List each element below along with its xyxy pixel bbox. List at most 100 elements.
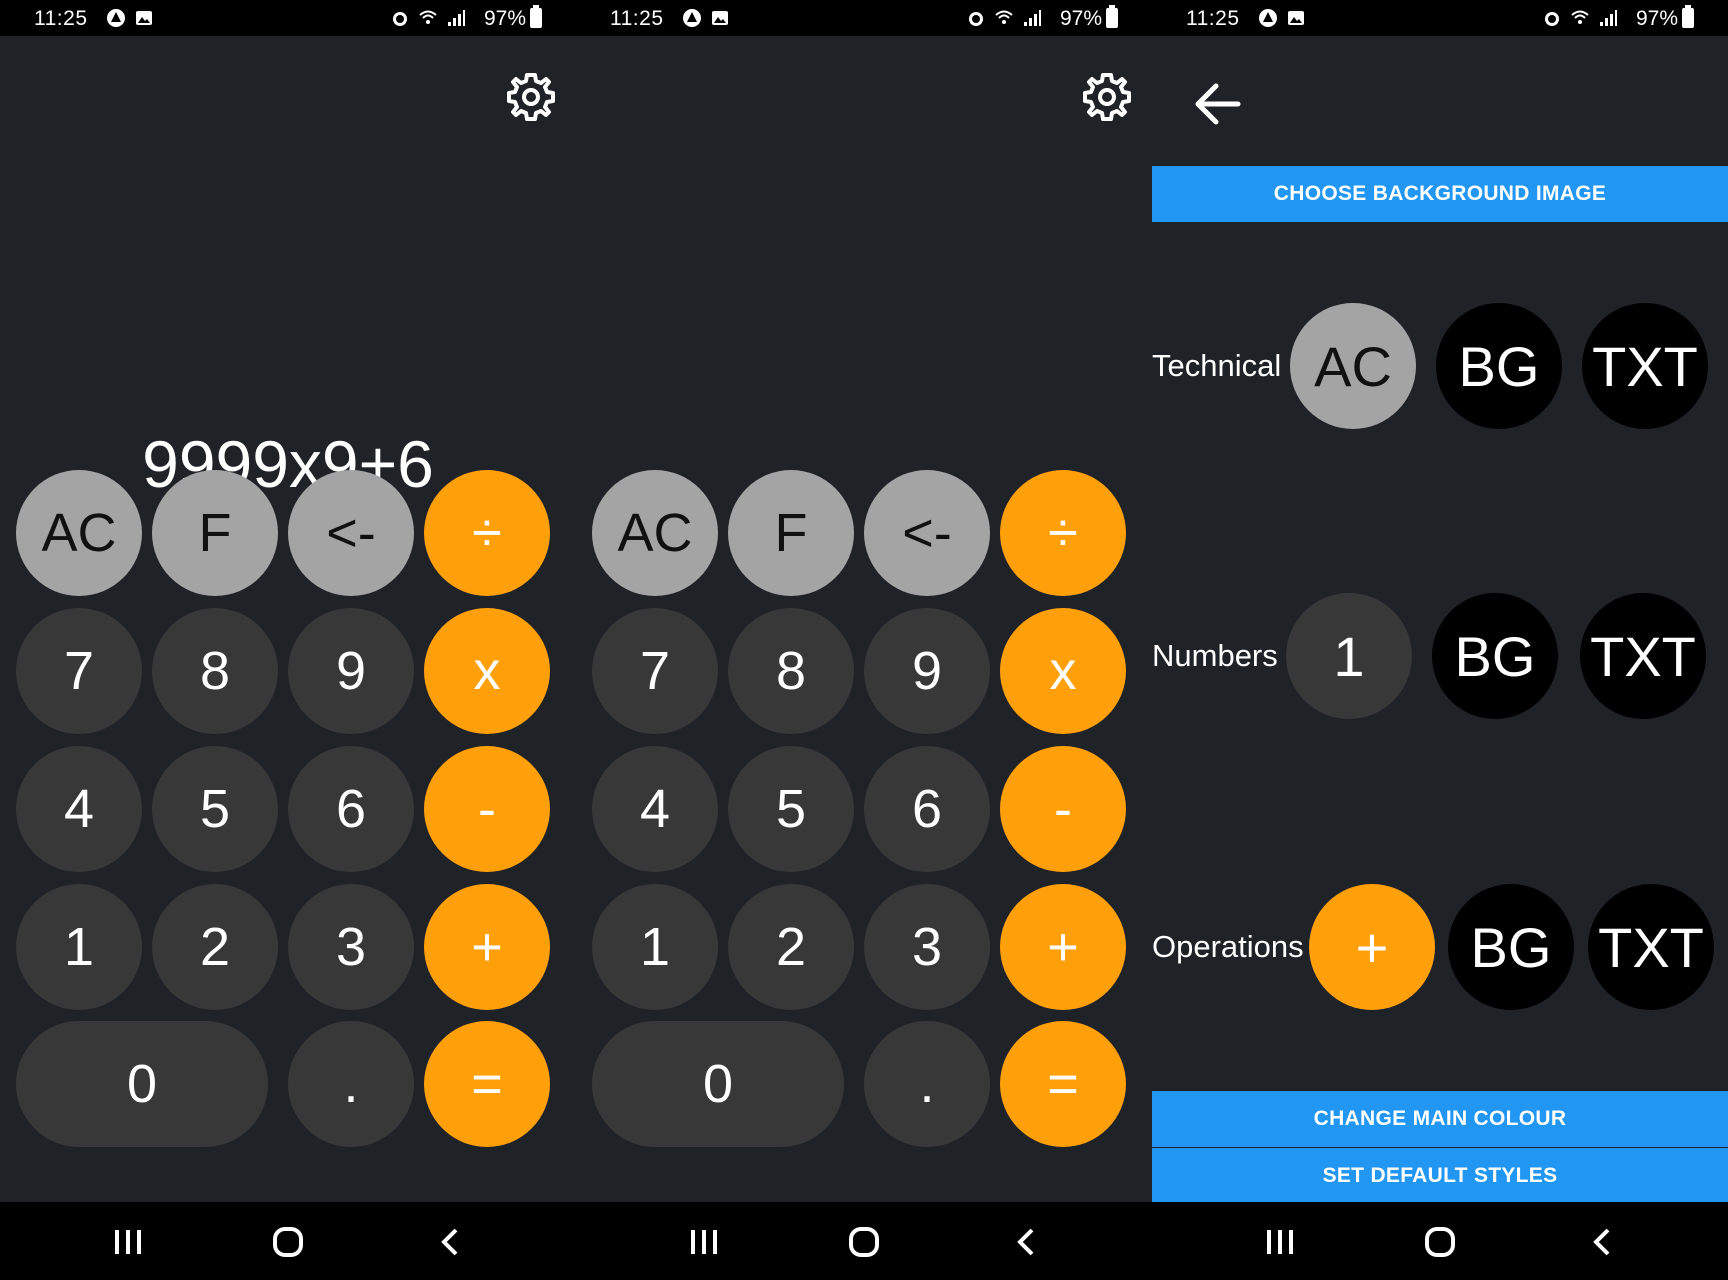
key-r1c3-button[interactable]: x <box>424 608 550 734</box>
battery-percent: 97% <box>1060 7 1103 30</box>
calculator-screen-with-display: 11:25 97% 9999x9+6 AC F <- ÷ 7 8 9 x 4 5 6-1 2 3 +0. = <box>0 0 576 1280</box>
home-icon[interactable] <box>844 1222 884 1262</box>
key-r1c2-button[interactable]: 9 <box>864 608 990 734</box>
recent-apps-icon[interactable] <box>108 1222 148 1262</box>
key-r3c1-button[interactable]: 2 <box>152 884 278 1010</box>
battery-icon <box>1106 5 1118 28</box>
key-r3c3-button[interactable]: + <box>1000 884 1126 1010</box>
chevron-left-icon[interactable] <box>1582 1222 1622 1262</box>
calculator-screen-empty: 11:25 97% AC F <- ÷ 7 8 9 x 4 5 6- 1 2 3 +0. = <box>576 0 1152 1280</box>
choose-background-image-button[interactable]: CHOOSE BACKGROUND IMAGE <box>1152 166 1728 222</box>
set-default-styles-button[interactable]: SET DEFAULT STYLES <box>1152 1147 1728 1203</box>
image-notification-icon <box>136 11 152 25</box>
app-notification-icon <box>107 9 125 27</box>
operations-sample-button[interactable]: + <box>1309 884 1435 1010</box>
key-r0c0-button[interactable]: AC <box>16 470 142 596</box>
recent-apps-icon[interactable] <box>1260 1222 1300 1262</box>
wifi-icon <box>1571 10 1589 24</box>
home-icon[interactable] <box>268 1222 308 1262</box>
numbers-sample-button[interactable]: 1 <box>1286 593 1412 719</box>
key-r3c3-button[interactable]: + <box>424 884 550 1010</box>
battery-percent: 97% <box>1636 7 1679 30</box>
technical-sample-button[interactable]: AC <box>1290 303 1416 429</box>
status-bar: 11:25 97% <box>576 0 1152 36</box>
key-r3c2-button[interactable]: 3 <box>288 884 414 1010</box>
recent-apps-icon[interactable] <box>684 1222 724 1262</box>
signal-icon <box>1600 10 1617 26</box>
operations-label: Operations <box>1152 929 1304 964</box>
navigation-bar <box>0 1202 576 1280</box>
operations-txt-button[interactable]: TXT <box>1588 884 1714 1010</box>
arrow-left-icon[interactable] <box>1188 74 1248 134</box>
settings-screen: 11:25 97% CHOOSE BACKGROUND IMAGE Techni… <box>1152 0 1728 1280</box>
key-r2c0-button[interactable]: 4 <box>592 746 718 872</box>
key-r4c1-button[interactable]: . <box>864 1021 990 1147</box>
battery-icon <box>1682 5 1694 28</box>
key-r0c3-button[interactable]: ÷ <box>1000 470 1126 596</box>
key-r0c1-button[interactable]: F <box>728 470 854 596</box>
key-r2c2-button[interactable]: 6 <box>288 746 414 872</box>
key-r2c1-button[interactable]: 5 <box>152 746 278 872</box>
key-r0c1-button[interactable]: F <box>152 470 278 596</box>
key-zero-button[interactable]: 0 <box>16 1021 268 1147</box>
key-r4c2-button[interactable]: = <box>424 1021 550 1147</box>
calculator-screen: 9999x9+6 AC F <- ÷ 7 8 9 x 4 5 6-1 2 3 +0. = <box>0 36 576 1202</box>
status-time: 11:25 <box>610 7 664 30</box>
alarm-icon <box>969 12 983 26</box>
status-time: 11:25 <box>1186 7 1240 30</box>
chevron-left-icon[interactable] <box>430 1222 470 1262</box>
signal-icon <box>1024 10 1041 26</box>
key-r1c1-button[interactable]: 8 <box>152 608 278 734</box>
status-time: 11:25 <box>34 7 88 30</box>
status-bar: 11:25 97% <box>0 0 576 36</box>
technical-txt-button[interactable]: TXT <box>1582 303 1708 429</box>
key-r2c3-button[interactable]: - <box>424 746 550 872</box>
app-notification-icon <box>683 9 701 27</box>
change-main-colour-button[interactable]: CHANGE MAIN COLOUR <box>1152 1091 1728 1147</box>
key-r2c1-button[interactable]: 5 <box>728 746 854 872</box>
navigation-bar <box>576 1202 1152 1280</box>
battery-icon <box>530 5 542 28</box>
key-r3c0-button[interactable]: 1 <box>592 884 718 1010</box>
alarm-icon <box>393 12 407 26</box>
gear-icon[interactable] <box>1080 70 1134 124</box>
key-r1c1-button[interactable]: 8 <box>728 608 854 734</box>
key-r0c2-button[interactable]: <- <box>864 470 990 596</box>
key-r1c3-button[interactable]: x <box>1000 608 1126 734</box>
key-r4c1-button[interactable]: . <box>288 1021 414 1147</box>
key-r3c1-button[interactable]: 2 <box>728 884 854 1010</box>
settings-content: CHOOSE BACKGROUND IMAGE Technical AC BG … <box>1152 36 1728 1203</box>
key-r0c0-button[interactable]: AC <box>592 470 718 596</box>
image-notification-icon <box>712 11 728 25</box>
home-icon[interactable] <box>1420 1222 1460 1262</box>
key-r0c2-button[interactable]: <- <box>288 470 414 596</box>
technical-bg-button[interactable]: BG <box>1436 303 1562 429</box>
key-r2c2-button[interactable]: 6 <box>864 746 990 872</box>
operations-bg-button[interactable]: BG <box>1448 884 1574 1010</box>
app-notification-icon <box>1259 9 1277 27</box>
status-bar: 11:25 97% <box>1152 0 1728 36</box>
key-zero-button[interactable]: 0 <box>592 1021 844 1147</box>
numbers-label: Numbers <box>1152 638 1278 673</box>
navigation-bar <box>1152 1202 1728 1280</box>
image-notification-icon <box>1288 11 1304 25</box>
battery-percent: 97% <box>484 7 527 30</box>
key-r4c2-button[interactable]: = <box>1000 1021 1126 1147</box>
key-r3c0-button[interactable]: 1 <box>16 884 142 1010</box>
alarm-icon <box>1545 12 1559 26</box>
calculator-screen: AC F <- ÷ 7 8 9 x 4 5 6- 1 2 3 +0. = <box>576 36 1152 1202</box>
signal-icon <box>448 10 465 26</box>
key-r3c2-button[interactable]: 3 <box>864 884 990 1010</box>
numbers-bg-button[interactable]: BG <box>1432 593 1558 719</box>
key-r1c0-button[interactable]: 7 <box>592 608 718 734</box>
key-r1c2-button[interactable]: 9 <box>288 608 414 734</box>
key-r2c0-button[interactable]: 4 <box>16 746 142 872</box>
key-r0c3-button[interactable]: ÷ <box>424 470 550 596</box>
wifi-icon <box>419 10 437 24</box>
numbers-txt-button[interactable]: TXT <box>1580 593 1706 719</box>
gear-icon[interactable] <box>504 70 558 124</box>
technical-label: Technical <box>1152 348 1282 383</box>
chevron-left-icon[interactable] <box>1006 1222 1046 1262</box>
key-r2c3-button[interactable]: - <box>1000 746 1126 872</box>
key-r1c0-button[interactable]: 7 <box>16 608 142 734</box>
